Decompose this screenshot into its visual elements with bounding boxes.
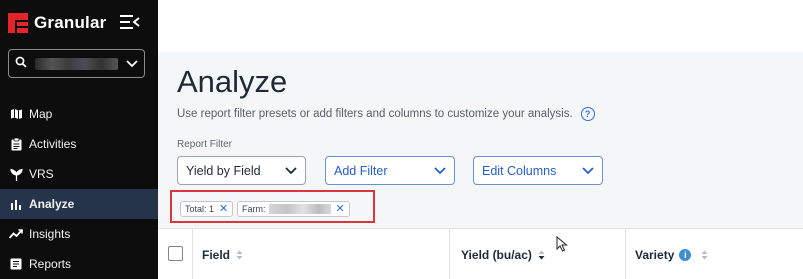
sidebar-item-analyze[interactable]: Analyze [0, 189, 158, 219]
info-icon[interactable]: i [679, 248, 692, 261]
sort-icon [236, 250, 243, 260]
remove-total-chip-icon[interactable]: ✕ [219, 203, 228, 215]
edit-columns-dropdown[interactable]: Edit Columns [473, 156, 603, 185]
mouse-cursor-icon [556, 235, 568, 257]
clipboard-icon [9, 137, 23, 151]
sidebar-item-label: VRS [29, 167, 54, 181]
vrs-icon [9, 167, 23, 181]
granular-logo-icon [8, 13, 28, 33]
sidebar-item-insights[interactable]: Insights [0, 219, 158, 249]
sidebar-item-reports[interactable]: Reports [0, 249, 158, 279]
chevron-down-icon [126, 55, 138, 73]
sidebar-item-label: Insights [29, 227, 71, 241]
sidebar-item-label: Reports [29, 257, 72, 271]
column-header-variety[interactable]: Variety i [635, 229, 708, 279]
report-filter-select[interactable]: Yield by Field [177, 156, 306, 185]
farm-filter-chip: Farm: ✕ [237, 201, 350, 217]
sort-icon [701, 250, 708, 260]
page-title: Analyze [177, 64, 288, 99]
total-chip-label: Total: 1 [185, 204, 215, 214]
sidebar-item-label: Activities [29, 137, 77, 151]
chevron-down-icon [434, 164, 446, 178]
column-divider [192, 229, 193, 279]
sort-icon [538, 250, 545, 260]
page-subtitle: Use report filter presets or add filters… [177, 107, 595, 121]
map-icon [9, 107, 23, 121]
add-filter-dropdown[interactable]: Add Filter [325, 156, 455, 185]
trend-icon [9, 227, 23, 241]
edit-columns-label: Edit Columns [482, 163, 557, 178]
redacted-farm-name [268, 204, 331, 214]
select-all-checkbox[interactable] [168, 246, 183, 261]
report-icon [9, 257, 23, 271]
column-divider [625, 229, 626, 279]
main-area: Analyze Use report filter presets or add… [158, 0, 803, 279]
collapse-menu-icon[interactable] [120, 14, 140, 30]
sidebar-nav: Map Activities VRS Analyze Insights Repo… [0, 99, 158, 279]
sidebar-item-activities[interactable]: Activities [0, 129, 158, 159]
chevron-down-icon [582, 164, 594, 178]
sidebar-item-label: Map [29, 107, 53, 121]
remove-farm-chip-icon[interactable]: ✕ [336, 203, 345, 215]
chevron-down-icon [285, 164, 297, 178]
total-filter-chip: Total: 1 ✕ [180, 201, 234, 217]
sidebar-item-label: Analyze [29, 197, 75, 211]
search-icon [15, 55, 27, 73]
column-header-yield[interactable]: Yield (bu/ac) [461, 229, 545, 279]
column-header-label: Yield (bu/ac) [461, 247, 532, 262]
page-subtitle-text: Use report filter presets or add filters… [177, 108, 573, 120]
help-icon[interactable]: ? [580, 107, 595, 121]
column-divider [449, 229, 450, 279]
bar-chart-icon [9, 197, 23, 211]
sidebar-item-vrs[interactable]: VRS [0, 159, 158, 189]
column-header-label: Variety [635, 247, 675, 262]
add-filter-label: Add Filter [334, 163, 388, 178]
farm-chip-label: Farm: [242, 204, 266, 214]
redacted-organization-name [35, 57, 118, 70]
sidebar: Granular Map Activities VRS Analyze Insi… [0, 0, 158, 279]
active-filters-highlight: Total: 1 ✕ Farm: ✕ [170, 190, 375, 223]
column-header-field[interactable]: Field [202, 229, 243, 279]
organization-search-select[interactable] [8, 49, 145, 78]
column-header-label: Field [202, 247, 231, 262]
table-header: Field Yield (bu/ac) Variety i [158, 228, 803, 279]
top-bar [158, 0, 803, 52]
analyze-content: Analyze Use report filter presets or add… [158, 52, 803, 279]
report-filter-value: Yield by Field [186, 163, 261, 178]
sidebar-item-map[interactable]: Map [0, 99, 158, 129]
brand[interactable]: Granular [8, 12, 106, 34]
brand-name: Granular [34, 13, 107, 32]
report-filter-label: Report Filter [177, 139, 233, 150]
